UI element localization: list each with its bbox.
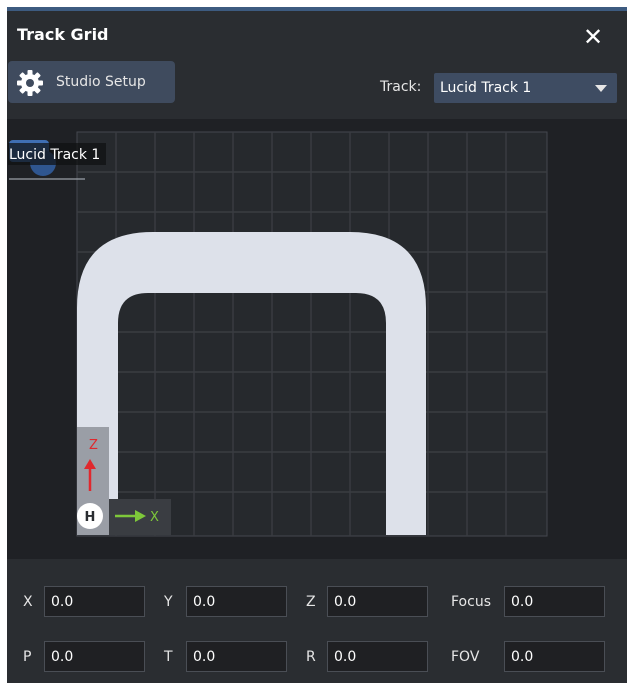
close-icon: ✕ [582, 23, 604, 51]
track-name-tag: Lucid Track 1 [9, 147, 100, 163]
chevron-down-icon [595, 85, 607, 92]
t-field[interactable] [186, 641, 287, 672]
title-bar: Track Grid ✕ [7, 11, 627, 59]
r-label: R [306, 649, 316, 665]
z-label: Z [306, 594, 316, 610]
gear-icon [17, 70, 43, 96]
fov-field[interactable] [504, 641, 605, 672]
window-title: Track Grid [17, 25, 109, 44]
focus-field[interactable] [504, 586, 605, 617]
fov-label: FOV [451, 649, 480, 665]
track-dropdown[interactable]: Lucid Track 1 [434, 73, 617, 103]
transform-fields-panel: X Y Z Focus P T R FOV [7, 559, 627, 683]
track-label: Track: [380, 79, 422, 95]
close-button[interactable]: ✕ [577, 21, 609, 53]
z-field[interactable] [327, 586, 428, 617]
axis-z-label: Z [89, 438, 98, 453]
t-label: T [164, 649, 173, 665]
axis-x-label: X [150, 510, 159, 525]
studio-setup-label: Studio Setup [56, 74, 146, 90]
studio-setup-button[interactable]: Studio Setup [8, 61, 175, 103]
grid-area [76, 131, 548, 537]
y-label: Y [164, 594, 173, 610]
track-grid-window: Track Grid ✕ Studio Setup Track: Lucid T… [7, 7, 627, 683]
home-marker-label: H [85, 510, 96, 525]
track-dropdown-value: Lucid Track 1 [440, 80, 532, 96]
track-grid-canvas[interactable]: Z H X Lucid Track 1 [7, 119, 627, 559]
x-field[interactable] [44, 586, 145, 617]
toolbar: Studio Setup Track: Lucid Track 1 [7, 59, 627, 119]
p-field[interactable] [44, 641, 145, 672]
focus-label: Focus [451, 594, 491, 610]
y-field[interactable] [186, 586, 287, 617]
r-field[interactable] [327, 641, 428, 672]
p-label: P [23, 649, 32, 665]
x-label: X [23, 594, 33, 610]
